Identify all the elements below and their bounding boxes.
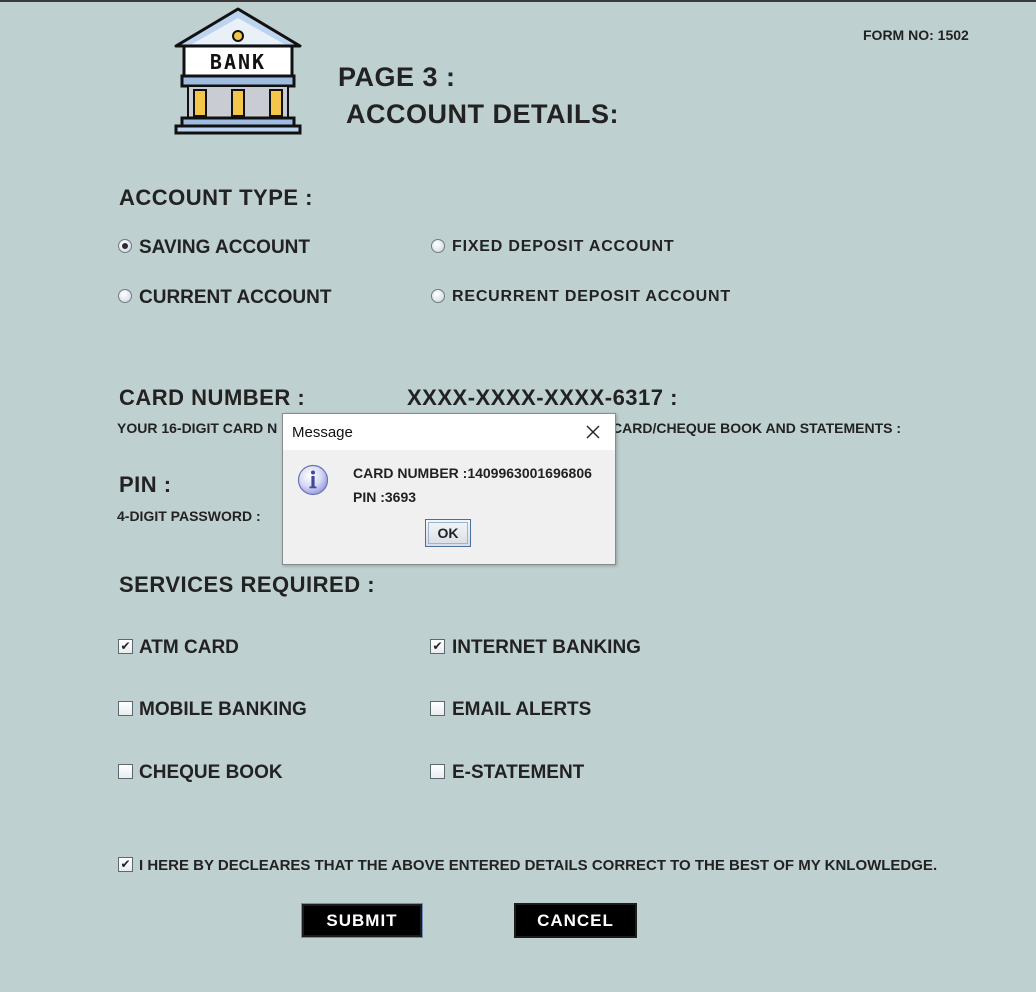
declaration-checkbox[interactable]: ✔	[118, 857, 133, 872]
pin-label: PIN :	[119, 472, 172, 497]
checkbox-checked[interactable]: ✔	[118, 639, 133, 654]
radio-label: SAVING ACCOUNT	[139, 237, 310, 258]
logo-text: BANK	[210, 50, 266, 74]
radio-button-checked[interactable]	[118, 239, 132, 253]
cancel-button[interactable]: CANCEL	[514, 903, 637, 938]
radio-button[interactable]	[431, 289, 445, 303]
checkbox[interactable]	[430, 701, 445, 716]
info-icon	[297, 464, 329, 496]
card-number-value: XXXX-XXXX-XXXX-6317 :	[407, 385, 678, 410]
checkbox-label: MOBILE BANKING	[139, 699, 307, 720]
checkbox[interactable]	[430, 764, 445, 779]
dialog-titlebar[interactable]: Message	[283, 414, 615, 450]
pin-hint: 4-DIGIT PASSWORD :	[117, 508, 261, 524]
account-type-heading: ACCOUNT TYPE :	[119, 185, 313, 210]
dialog-card-number-text: CARD NUMBER :1409963001696806	[353, 465, 592, 481]
bank-logo-icon: BANK	[174, 7, 302, 135]
page-subtitle: ACCOUNT DETAILS:	[346, 99, 619, 129]
checkbox-label: INTERNET BANKING	[452, 637, 641, 658]
checkbox-label: CHEQUE BOOK	[139, 762, 283, 783]
ok-button[interactable]: OK	[425, 519, 471, 547]
dialog-pin-text: PIN :3693	[353, 489, 417, 505]
checkbox-label: E-STATEMENT	[452, 762, 585, 783]
checkbox[interactable]	[118, 764, 133, 779]
form-number: FORM NO: 1502	[863, 27, 969, 43]
services-heading: SERVICES REQUIRED :	[119, 572, 376, 597]
radio-label: RECURRENT DEPOSIT ACCOUNT	[452, 288, 731, 305]
radio-button[interactable]	[118, 289, 132, 303]
dialog-title: Message	[292, 424, 353, 441]
radio-label: FIXED DEPOSIT ACCOUNT	[452, 238, 675, 255]
checkbox-label: ATM CARD	[139, 637, 239, 658]
ok-button-label: OK	[437, 525, 459, 541]
card-number-hint-left: YOUR 16-DIGIT CARD N	[117, 420, 278, 436]
submit-button[interactable]: SUBMIT	[302, 904, 422, 937]
radio-label: CURRENT ACCOUNT	[139, 287, 332, 308]
message-dialog[interactable]: Message CARD NUMBER :1409963001696806 PI…	[282, 413, 616, 565]
declaration-label: I HERE BY DECLEARES THAT THE ABOVE ENTER…	[139, 857, 938, 874]
card-number-label: CARD NUMBER :	[119, 385, 306, 410]
page-title: PAGE 3 :	[338, 62, 456, 92]
checkbox[interactable]	[118, 701, 133, 716]
window-top-border	[0, 0, 1036, 2]
close-icon[interactable]	[583, 422, 603, 442]
checkbox-label: EMAIL ALERTS	[452, 699, 592, 720]
card-number-hint-right: CARD/CHEQUE BOOK AND STATEMENTS :	[612, 420, 902, 436]
radio-button[interactable]	[431, 239, 445, 253]
checkbox-checked[interactable]: ✔	[430, 639, 445, 654]
